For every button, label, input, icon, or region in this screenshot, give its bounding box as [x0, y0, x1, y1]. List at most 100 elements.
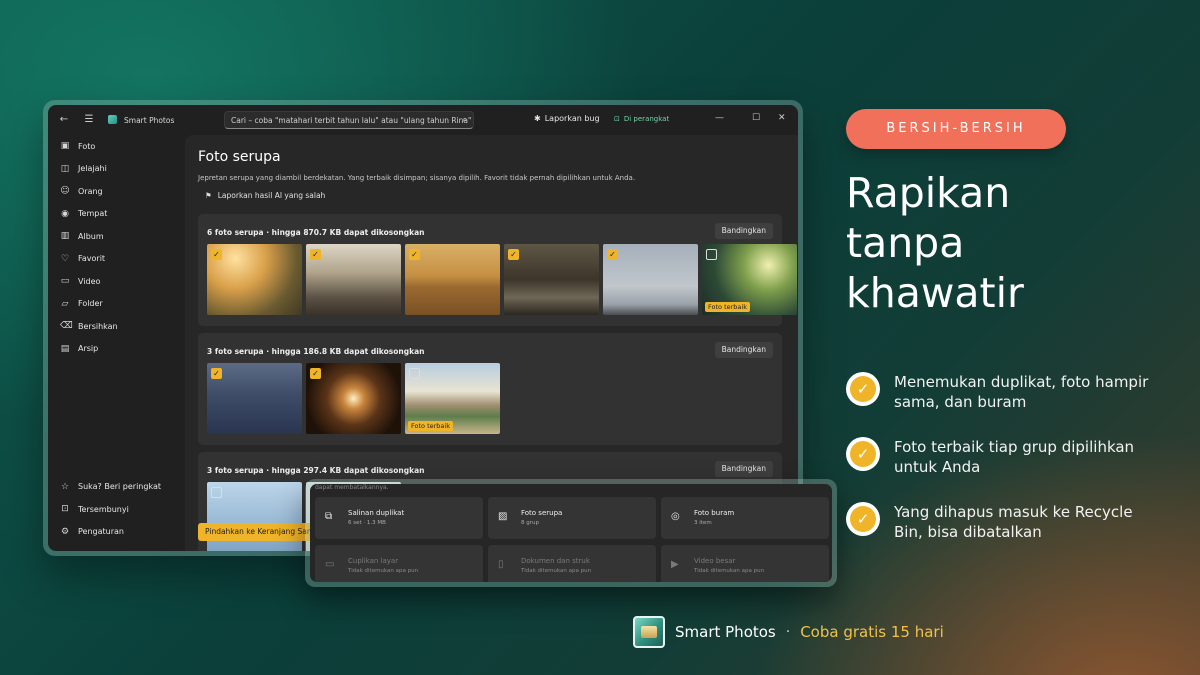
category-badge: BERSIH-BERSIH: [846, 109, 1066, 149]
tile-title: Video besar: [694, 557, 736, 565]
image-icon: ▨: [498, 511, 508, 522]
sidebar-item-label: Arsip: [78, 344, 99, 354]
checkbox-checked[interactable]: ✓: [508, 249, 519, 260]
hamburger-menu-icon[interactable]: ☰: [81, 114, 97, 125]
headline-line: Rapikan: [846, 169, 1011, 217]
maximize-icon[interactable]: ☐: [752, 113, 760, 123]
feature-item: ✓ Yang dihapus masuk ke Recycle Bin, bis…: [846, 502, 1166, 543]
report-ai-label: Laporkan hasil AI yang salah: [217, 191, 326, 200]
photo-thumbnail[interactable]: ✓: [207, 363, 302, 434]
photo-thumbnail[interactable]: ✓: [306, 244, 401, 315]
tile-title: Foto buram: [694, 509, 735, 517]
tile-subtitle: Tidak ditemukan apa pun: [694, 568, 765, 574]
sidebar-item-folder[interactable]: ▱ Folder: [48, 293, 183, 316]
tile-blurry[interactable]: ◎ Foto buram 3 item: [661, 497, 829, 539]
tile-title: Dokumen dan struk: [521, 557, 590, 565]
app-title: Smart Photos: [124, 116, 175, 125]
page-title: Foto serupa: [198, 149, 281, 165]
checkbox-checked[interactable]: ✓: [310, 368, 321, 379]
feature-item: ✓ Menemukan duplikat, foto hampir sama, …: [846, 372, 1166, 413]
sidebar-item-foto[interactable]: ▣ Foto: [48, 135, 183, 158]
compare-button[interactable]: Bandingkan: [714, 342, 773, 358]
sidebar-item-label: Suka? Beri peringkat: [78, 482, 161, 492]
sidebar-item-rate[interactable]: ☆ Suka? Beri peringkat: [48, 476, 183, 499]
checkbox-checked[interactable]: ✓: [310, 249, 321, 260]
sidebar-item-hidden[interactable]: ⊡ Tersembunyi: [48, 498, 183, 521]
tile-subtitle: 6 set · 1.3 MB: [348, 520, 386, 526]
cleanup-panel: dapat membatalkannya. ⧉ Salinan duplikat…: [310, 484, 832, 582]
photo-thumbnail[interactable]: ✓: [405, 244, 500, 315]
tile-title: Salinan duplikat: [348, 509, 405, 517]
eye-icon: ◎: [671, 511, 680, 522]
checkbox-checked[interactable]: ✓: [607, 249, 618, 260]
device-status: ⊡ Di perangkat: [614, 115, 669, 123]
sidebar-item-orang[interactable]: ☺ Orang: [48, 180, 183, 203]
checkbox-checked[interactable]: ✓: [409, 249, 420, 260]
sidebar-nav: ▣ Foto ◫ Jelajahi ☺ Orang ◉ Tempat ▥ Album ♡ F…: [48, 135, 183, 360]
tile-title: Foto serupa: [521, 509, 563, 517]
sidebar-item-tempat[interactable]: ◉ Tempat: [48, 203, 183, 226]
photo-thumbnail[interactable]: ✓: [306, 363, 401, 434]
photo-thumbnail[interactable]: Foto terbaik: [702, 244, 797, 315]
minimize-icon[interactable]: —: [715, 113, 724, 123]
sidebar-item-settings[interactable]: ⚙ Pengaturan: [48, 521, 183, 544]
sidebar-item-album[interactable]: ▥ Album: [48, 225, 183, 248]
folder-icon: ▱: [61, 298, 69, 309]
footer-app-name: Smart Photos: [675, 623, 776, 641]
monitor-icon: ▭: [325, 559, 335, 570]
search-input[interactable]: Cari – coba "matahari terbit tahun lalu"…: [224, 111, 474, 129]
report-bug-button[interactable]: ✱ Laporkan bug: [534, 114, 600, 123]
tile-subtitle: Tidak ditemukan apa pun: [521, 568, 592, 574]
close-icon[interactable]: ✕: [778, 113, 786, 123]
footer-separator: ·: [785, 624, 791, 640]
bug-icon: ✱: [534, 114, 541, 123]
checkbox-checked[interactable]: ✓: [211, 368, 222, 379]
sidebar-item-bersihkan[interactable]: ⌫ Bersihkan: [48, 315, 183, 338]
tile-duplicates[interactable]: ⧉ Salinan duplikat 6 set · 1.3 MB: [315, 497, 483, 539]
sidebar-item-jelajahi[interactable]: ◫ Jelajahi: [48, 158, 183, 181]
trial-cta[interactable]: Coba gratis 15 hari: [800, 623, 944, 641]
tile-subtitle: 8 grup: [521, 520, 539, 526]
sidebar-item-arsip[interactable]: ▤ Arsip: [48, 338, 183, 361]
move-to-trash-button[interactable]: Pindahkan ke Keranjang Sampah: [198, 523, 316, 541]
photo-thumbnail[interactable]: ✓: [504, 244, 599, 315]
checkbox-unchecked[interactable]: [409, 368, 420, 379]
feature-text: Foto terbaik tiap grup dipilihkan untuk …: [894, 438, 1135, 476]
app-logo-icon: [108, 115, 117, 124]
tile-documents[interactable]: ▯ Dokumen dan struk Tidak ditemukan apa …: [488, 545, 656, 582]
photo-thumbnail[interactable]: Foto terbaik: [405, 363, 500, 434]
sidebar-item-favorit[interactable]: ♡ Favorit: [48, 248, 183, 271]
checkbox-checked[interactable]: ✓: [211, 249, 222, 260]
tile-similar[interactable]: ▨ Foto serupa 8 grup: [488, 497, 656, 539]
photo-thumbnail[interactable]: ✓: [603, 244, 698, 315]
sidebar-item-label: Pengaturan: [78, 527, 124, 537]
back-arrow-icon[interactable]: ←: [56, 114, 72, 125]
thumbnail-row: ✓ ✓ Foto terbaik: [207, 363, 500, 434]
best-photo-badge: Foto terbaik: [705, 302, 750, 312]
tile-screenshots[interactable]: ▭ Cuplikan layar Tidak ditemukan apa pun: [315, 545, 483, 582]
check-circle-icon: ✓: [846, 437, 880, 471]
group-title: 3 foto serupa · hingga 186.8 KB dapat di…: [207, 347, 425, 356]
best-photo-badge: Foto terbaik: [408, 421, 453, 431]
compare-button[interactable]: Bandingkan: [714, 461, 773, 477]
title-bar: ← ☰ Smart Photos Cari – coba "matahari t…: [48, 105, 798, 135]
gear-icon: ⚙: [60, 526, 70, 537]
video-icon: ▶: [671, 559, 679, 570]
sidebar-item-video[interactable]: ▭ Video: [48, 270, 183, 293]
photo-icon: ▣: [60, 141, 70, 152]
photo-thumbnail[interactable]: ✓: [207, 244, 302, 315]
checkbox-unchecked[interactable]: [211, 487, 222, 498]
sidebar-item-label: Tempat: [78, 209, 108, 219]
explore-icon: ◫: [60, 163, 70, 174]
compare-button[interactable]: Bandingkan: [714, 223, 773, 239]
tile-large-videos[interactable]: ▶ Video besar Tidak ditemukan apa pun: [661, 545, 829, 582]
report-ai-link[interactable]: ⚑ Laporkan hasil AI yang salah: [205, 191, 325, 200]
report-bug-label: Laporkan bug: [544, 114, 600, 123]
similar-group: 3 foto serupa · hingga 186.8 KB dapat di…: [198, 333, 782, 445]
headline: Rapikan tanpa khawatir: [846, 168, 1166, 318]
star-icon: ☆: [60, 481, 70, 492]
tile-subtitle: Tidak ditemukan apa pun: [348, 568, 419, 574]
checkbox-unchecked[interactable]: [706, 249, 717, 260]
search-icon[interactable]: ⌕: [463, 115, 467, 125]
sidebar-bottom: ☆ Suka? Beri peringkat ⊡ Tersembunyi ⚙ Peng…: [48, 476, 183, 544]
